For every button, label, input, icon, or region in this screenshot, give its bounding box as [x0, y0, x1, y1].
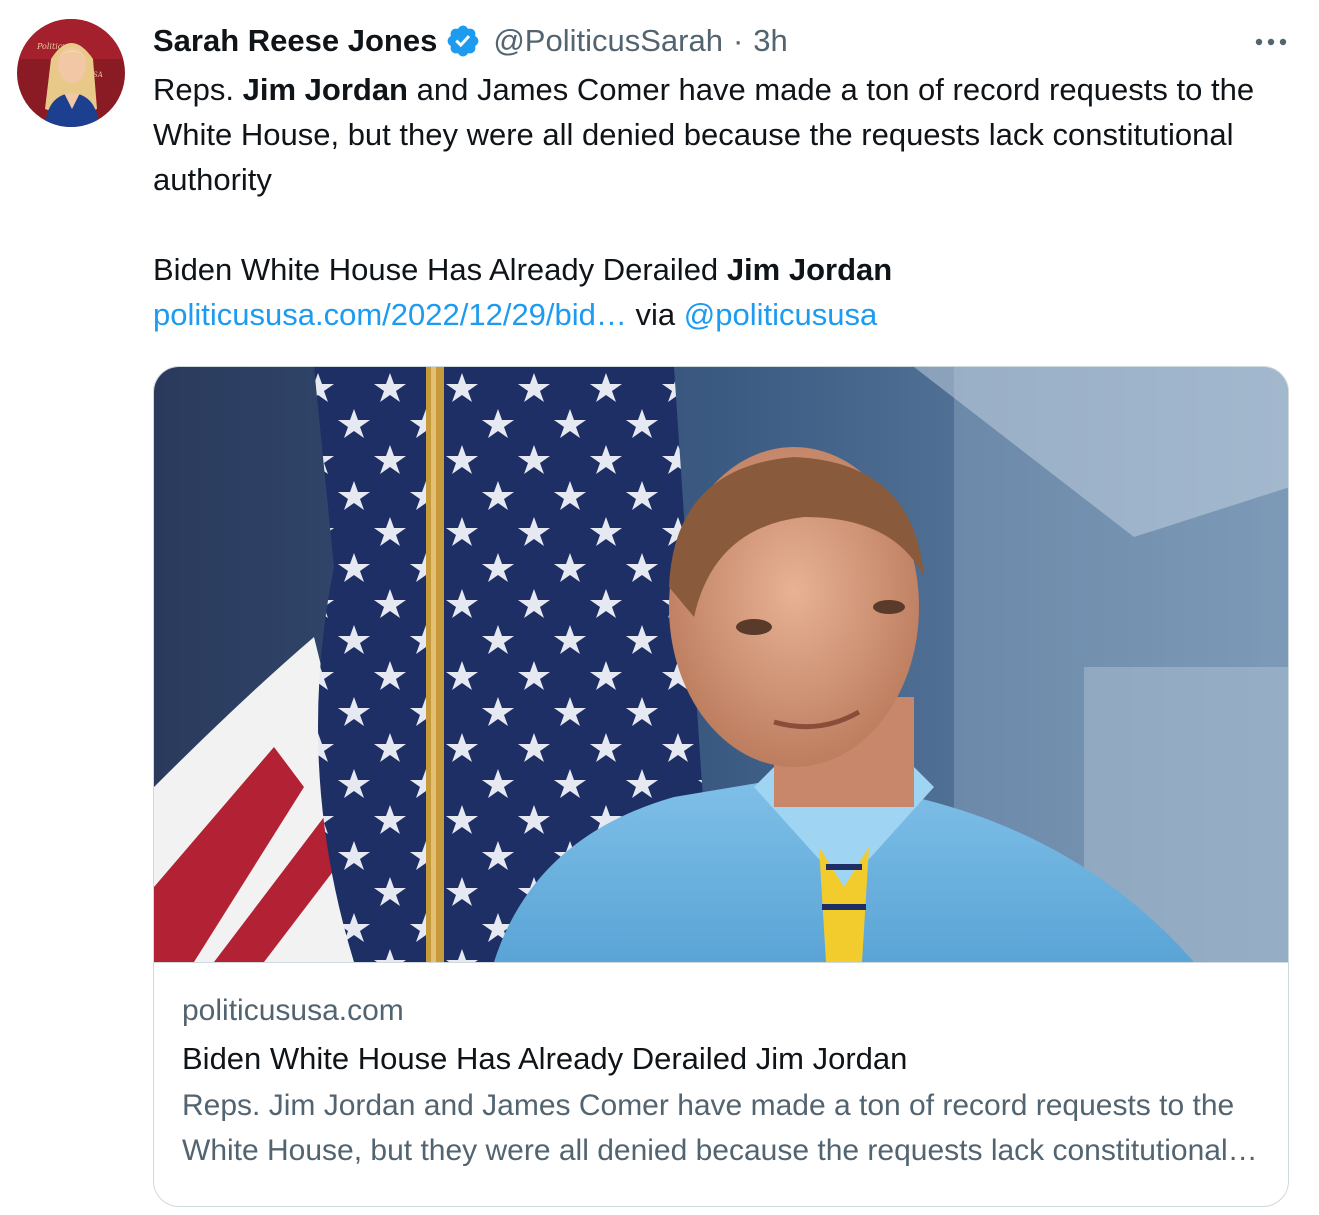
tweet-paragraph-2: Biden White House Has Already Derailed J… [153, 247, 1293, 292]
tweet-paragraph-1: Reps. Jim Jordan and James Comer have ma… [153, 67, 1293, 202]
card-image[interactable] [154, 367, 1288, 963]
tweet-paragraph-3: politicususa.com/2022/12/29/bid… via @po… [153, 292, 1293, 337]
highlight-name: Jim Jordan [726, 252, 893, 287]
separator-dot: · [732, 23, 744, 58]
more-options-icon[interactable] [1250, 24, 1292, 60]
highlight-name: Jim Jordan [242, 72, 408, 107]
via-text: via [635, 297, 676, 332]
headline-text: Biden White House Has Already Derailed [153, 252, 719, 287]
user-handle[interactable]: @PoliticusSarah [493, 23, 723, 59]
tweet-text: Reps. Jim Jordan and James Comer have ma… [153, 67, 1293, 337]
card-domain: politicususa.com [182, 994, 404, 1027]
card-meta: politicususa.com Biden White House Has A… [182, 987, 1272, 1173]
tweet-header: Sarah Reese Jones @PoliticusSarah · 3h [153, 20, 788, 62]
verified-badge-icon [445, 23, 481, 59]
card-description: Reps. Jim Jordan and James Comer have ma… [182, 1089, 1235, 1167]
intro-text: Reps. [153, 72, 234, 107]
article-link[interactable]: politicususa.com/2022/12/29/bid… [153, 297, 627, 332]
display-name[interactable]: Sarah Reese Jones [153, 23, 437, 59]
card-title: Biden White House Has Already Derailed J… [182, 1041, 908, 1076]
mention-link[interactable]: @politicususa [684, 297, 877, 332]
tweet[interactable]: Politicus USA Sarah Reese Jones @Politic… [0, 0, 1319, 1215]
avatar[interactable]: Politicus USA [17, 19, 125, 127]
timestamp[interactable]: 3h [753, 23, 787, 59]
link-preview-card[interactable]: politicususa.com Biden White House Has A… [153, 366, 1289, 1207]
